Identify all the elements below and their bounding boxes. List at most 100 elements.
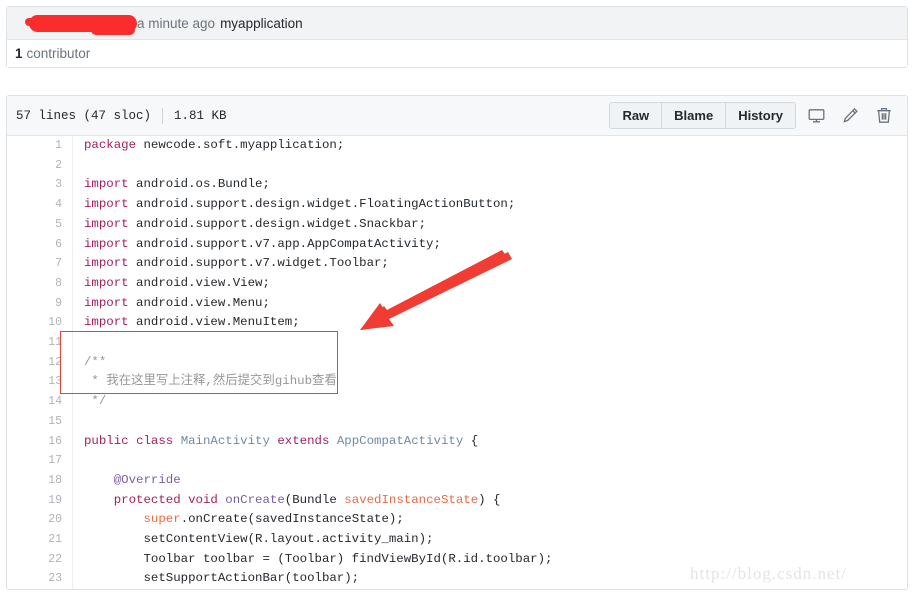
- line-content: [73, 156, 908, 176]
- contributor-count: 1: [15, 46, 23, 61]
- contributor-label: contributor: [26, 46, 91, 61]
- line-number[interactable]: 7: [7, 254, 73, 274]
- line-number[interactable]: 23: [7, 569, 73, 589]
- line-number[interactable]: 11: [7, 333, 73, 353]
- code-line: 14 */: [7, 392, 907, 412]
- code-line: 15: [7, 411, 908, 432]
- code-token: android.view.Menu;: [128, 295, 270, 310]
- line-content: [73, 412, 908, 432]
- blob-lines-info: 57 lines (47 sloc): [16, 108, 152, 123]
- code-line: 16 public class MainActivity extends AppC…: [7, 431, 907, 452]
- line-number[interactable]: 13: [7, 372, 73, 393]
- line-number[interactable]: 22: [7, 549, 73, 570]
- code-token: class: [136, 433, 174, 448]
- commit-summary-row: a minute ago myapplication: [7, 7, 907, 40]
- code-line: 11: [7, 333, 907, 353]
- commit-header-card: a minute ago myapplication 1 contributor: [6, 6, 908, 68]
- code-token: import: [84, 315, 129, 330]
- code-body: 1 package newcode.soft.myapplication; 2 3i…: [7, 136, 907, 589]
- line-number[interactable]: 12: [7, 352, 73, 373]
- line-number[interactable]: 3: [7, 175, 73, 196]
- line-content: @Override: [73, 471, 908, 491]
- history-button[interactable]: History: [726, 103, 795, 128]
- line-content: import android.support.v7.widget.Toolbar…: [73, 254, 908, 274]
- trash-delete-icon[interactable]: [870, 103, 898, 129]
- code-token: */: [84, 394, 107, 409]
- commit-message[interactable]: myapplication: [220, 16, 303, 31]
- line-number[interactable]: 10: [7, 313, 73, 334]
- line-number[interactable]: 2: [7, 155, 73, 176]
- blob-button-group: Raw Blame History: [609, 102, 796, 129]
- line-content: protected void onCreate(Bundle savedInst…: [73, 491, 908, 511]
- file-blob-card: 57 lines (47 sloc) 1.81 KB Raw Blame His…: [6, 95, 908, 590]
- desktop-icon[interactable]: [802, 103, 830, 129]
- code-line: 20 super.onCreate(savedInstanceState);: [7, 510, 908, 531]
- blame-button[interactable]: Blame: [662, 103, 727, 128]
- line-content: Toolbar toolbar = (Toolbar) findViewById…: [73, 550, 908, 570]
- pencil-edit-icon[interactable]: [836, 103, 864, 129]
- line-number[interactable]: 16: [7, 431, 73, 452]
- code-token: android.support.design.widget.Snackbar;: [128, 216, 427, 231]
- line-number[interactable]: 5: [7, 214, 73, 235]
- line-number[interactable]: 18: [7, 470, 73, 491]
- line-number[interactable]: 9: [7, 293, 73, 314]
- line-number[interactable]: 20: [7, 510, 73, 531]
- code-token: setContentView(R.layout.activity_main);: [84, 532, 434, 547]
- line-number[interactable]: 14: [7, 392, 73, 412]
- line-content: setContentView(R.layout.activity_main);: [73, 530, 908, 550]
- code-token: import: [84, 236, 129, 251]
- code-line: 12 /**: [7, 352, 908, 373]
- code-line: 9 import android.view.Menu;: [7, 293, 907, 314]
- line-content: package newcode.soft.myapplication;: [73, 136, 908, 156]
- code-token: savedInstanceState: [344, 492, 479, 507]
- code-token: .onCreate(savedInstanceState);: [180, 512, 404, 527]
- code-line: 23 setSupportActionBar(toolbar);: [7, 569, 907, 589]
- code-token: void: [188, 492, 218, 507]
- code-line: 18 @Override: [7, 470, 908, 491]
- contributors-row[interactable]: 1 contributor: [7, 40, 907, 67]
- code-token: android.support.v7.widget.Toolbar;: [128, 256, 389, 271]
- line-number[interactable]: 17: [7, 451, 73, 471]
- code-token: setSupportActionBar(toolbar);: [84, 571, 360, 586]
- code-token: android.os.Bundle;: [128, 177, 270, 192]
- code-token: (Bundle: [284, 492, 345, 507]
- code-token: import: [84, 295, 129, 310]
- code-token: newcode.soft.myapplication;: [136, 138, 345, 152]
- code-table: 1 package newcode.soft.myapplication; 2 3i…: [7, 136, 907, 589]
- code-line: 6 import android.support.v7.app.AppCompat…: [7, 234, 908, 255]
- code-token: @Override: [113, 472, 181, 487]
- line-number[interactable]: 15: [7, 411, 73, 432]
- blob-action-group: Raw Blame History: [609, 102, 898, 129]
- code-token: package: [84, 138, 137, 152]
- code-line: 13 * 我在这里写上注释,然后提交到gihub查看: [7, 372, 908, 393]
- line-content: import android.support.v7.app.AppCompatA…: [73, 235, 908, 255]
- line-content: import android.os.Bundle;: [73, 175, 908, 195]
- code-viewer[interactable]: 1 package newcode.soft.myapplication; 2 3i…: [7, 136, 907, 589]
- line-content: import android.support.design.widget.Flo…: [73, 195, 908, 215]
- code-token: android.view.View;: [128, 275, 270, 290]
- line-content: setSupportActionBar(toolbar);: [73, 569, 908, 589]
- code-line: 2: [7, 155, 908, 176]
- line-content: super.onCreate(savedInstanceState);: [73, 510, 908, 530]
- line-content: [73, 451, 908, 471]
- line-content: /**: [73, 353, 908, 373]
- line-number[interactable]: 8: [7, 273, 73, 294]
- code-token: /**: [84, 354, 107, 369]
- line-content: * 我在这里写上注释,然后提交到gihub查看: [73, 372, 908, 392]
- redacted-author-mark: [25, 15, 137, 35]
- code-token: Toolbar toolbar = (Toolbar) findViewById…: [84, 551, 553, 566]
- line-number[interactable]: 4: [7, 195, 73, 215]
- line-number[interactable]: 19: [7, 490, 73, 511]
- line-number[interactable]: 1: [7, 136, 73, 156]
- line-number[interactable]: 21: [7, 530, 73, 550]
- code-line: 1 package newcode.soft.myapplication;: [7, 136, 907, 156]
- code-token: onCreate: [225, 492, 285, 507]
- code-token: import: [84, 197, 129, 212]
- raw-button[interactable]: Raw: [610, 103, 663, 128]
- line-number[interactable]: 6: [7, 234, 73, 255]
